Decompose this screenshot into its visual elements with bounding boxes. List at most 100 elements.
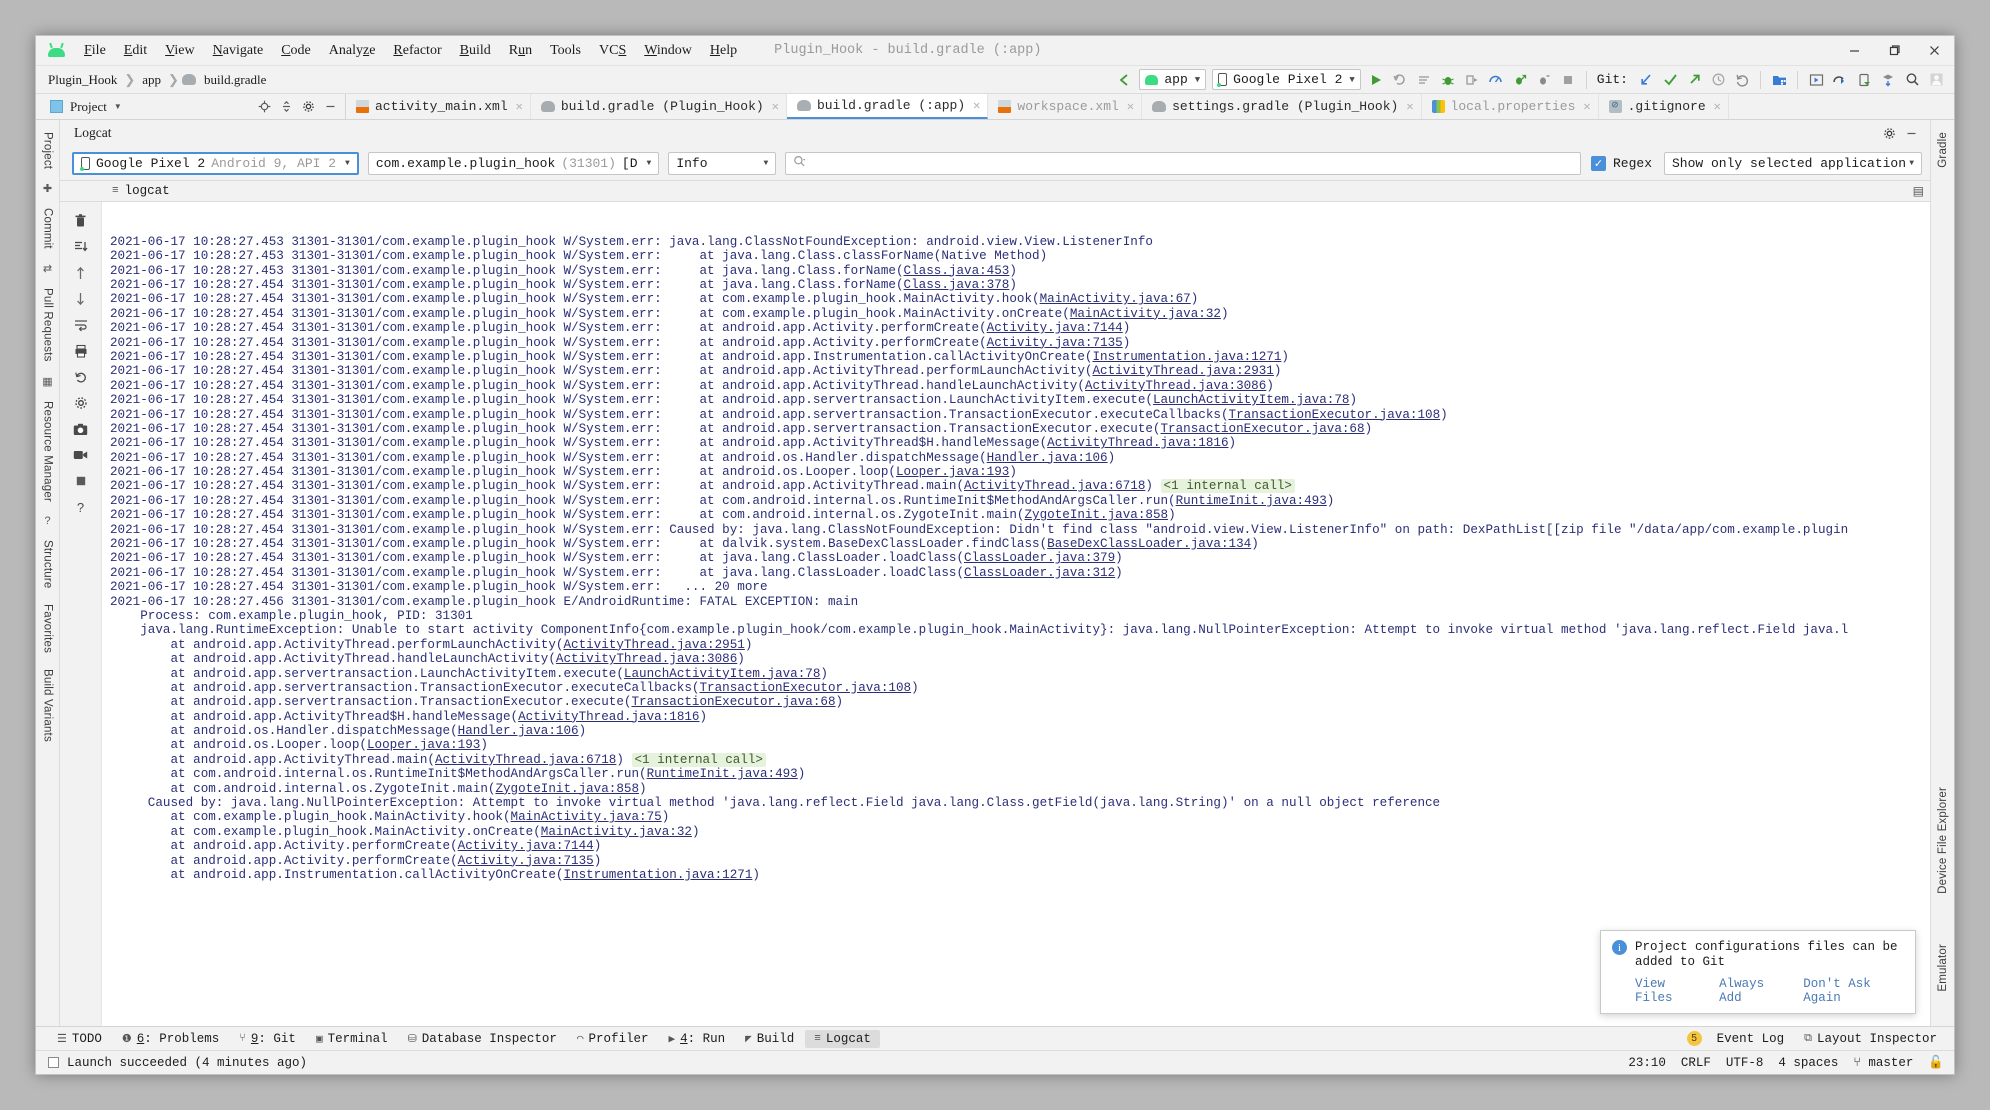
device-selector[interactable]: Google Pixel 2 ▼ — [1212, 69, 1361, 90]
menu-item-refactor[interactable]: Refactor — [384, 40, 450, 62]
tool-window-terminal[interactable]: ▣ Terminal — [307, 1030, 397, 1048]
debug-icon[interactable] — [1436, 69, 1460, 91]
run-configuration-selector[interactable]: app ▼ — [1139, 69, 1207, 90]
strip-item-emulator[interactable]: Emulator — [1937, 936, 1949, 1000]
source-link[interactable]: Handler.java:106 — [458, 724, 579, 738]
menu-item-build[interactable]: Build — [451, 40, 500, 62]
menu-item-window[interactable]: Window — [635, 40, 701, 62]
hide-panel-icon[interactable] — [1900, 122, 1922, 144]
close-icon[interactable]: ✕ — [1583, 99, 1590, 114]
source-link[interactable]: MainActivity.java:75 — [511, 810, 662, 824]
strip-item-project[interactable]: Project — [42, 124, 54, 177]
source-link[interactable]: MainActivity.java:32 — [541, 825, 692, 839]
strip-item-pull-requests[interactable]: Pull Requests — [42, 280, 54, 370]
source-link[interactable]: RuntimeInit.java:493 — [647, 767, 798, 781]
source-link[interactable]: ActivityThread.java:3086 — [556, 652, 737, 666]
source-link[interactable]: Looper.java:193 — [896, 465, 1009, 479]
tool-window-logcat[interactable]: ≡ Logcat — [805, 1029, 880, 1048]
log-level-selector[interactable]: Info ▼ — [668, 151, 777, 175]
restart-icon[interactable] — [69, 364, 93, 390]
source-link[interactable]: Activity.java:7135 — [987, 336, 1123, 350]
close-icon[interactable]: ✕ — [973, 98, 980, 113]
source-link[interactable]: Class.java:378 — [904, 278, 1010, 292]
source-link[interactable]: LaunchActivityItem.java:78 — [624, 667, 821, 681]
layout-inspector-icon[interactable] — [1804, 69, 1828, 91]
menu-item-vcs[interactable]: VCS — [590, 40, 635, 62]
close-icon[interactable] — [1914, 37, 1954, 65]
screenshot-icon[interactable] — [69, 416, 93, 442]
source-link[interactable]: Activity.java:7144 — [987, 321, 1123, 335]
sdk-manager-icon[interactable] — [1876, 69, 1900, 91]
source-link[interactable]: ZygoteInit.java:858 — [1024, 508, 1168, 522]
filter-selector[interactable]: Show only selected application ▼ — [1664, 151, 1922, 175]
notification-balloon[interactable]: i Project configurations files can be ad… — [1600, 930, 1916, 1014]
help-icon[interactable]: ? — [69, 494, 93, 520]
locate-icon[interactable] — [253, 96, 275, 118]
tool-window-profiler[interactable]: ◠ Profiler — [568, 1030, 658, 1048]
maximize-icon[interactable] — [1874, 37, 1914, 65]
source-link[interactable]: ActivityThread.java:2951 — [563, 638, 744, 652]
commit-icon[interactable] — [1658, 69, 1682, 91]
project-panel-label[interactable]: Project — [70, 99, 107, 115]
collapse-all-icon[interactable] — [275, 96, 297, 118]
logcat-output[interactable]: 2021-06-17 10:28:27.453 31301-31301/com.… — [102, 202, 1930, 1026]
avatar-icon[interactable] — [1924, 69, 1948, 91]
tab-workspace-xml[interactable]: workspace.xml ✕ — [988, 94, 1143, 119]
source-link[interactable]: MainActivity.java:32 — [1070, 307, 1221, 321]
commit-strip-icon[interactable]: ✚ — [43, 177, 52, 200]
device-selector[interactable]: Google Pixel 2 Android 9, API 2 ▼ — [72, 151, 359, 175]
close-icon[interactable]: ✕ — [1127, 99, 1134, 114]
resource-manager-strip-icon[interactable]: ▦ — [42, 370, 52, 393]
down-arrow-icon[interactable] — [69, 286, 93, 312]
menu-item-file[interactable]: File — [75, 40, 115, 62]
strip-item-build-variants[interactable]: Build Variants — [42, 661, 54, 750]
source-link[interactable]: Handler.java:106 — [987, 451, 1108, 465]
minimize-icon[interactable] — [1834, 37, 1874, 65]
strip-item-device-file-explorer[interactable]: Device File Explorer — [1937, 779, 1949, 902]
breadcrumb-item-file[interactable]: build.gradle — [200, 70, 270, 90]
history-icon[interactable] — [1706, 69, 1730, 91]
scroll-to-end-icon[interactable] — [69, 234, 93, 260]
source-link[interactable]: TransactionExecutor.java:108 — [699, 681, 911, 695]
breadcrumb-item-project[interactable]: Plugin_Hook — [44, 70, 121, 90]
tool-window-todo[interactable]: ☰ TODO — [48, 1030, 111, 1048]
run-icon[interactable] — [1364, 69, 1388, 91]
soft-wrap-icon[interactable] — [69, 312, 93, 338]
close-icon[interactable]: ✕ — [772, 99, 779, 114]
tab-activity-main-xml[interactable]: activity_main.xml ✕ — [346, 94, 531, 119]
apply-changes-icon[interactable] — [1508, 69, 1532, 91]
menu-item-help[interactable]: Help — [701, 40, 746, 62]
source-link[interactable]: BaseDexClassLoader.java:134 — [1047, 537, 1251, 551]
source-link[interactable]: Instrumentation.java:1271 — [1092, 350, 1281, 364]
source-link[interactable]: ClassLoader.java:379 — [964, 551, 1115, 565]
menu-item-edit[interactable]: Edit — [115, 40, 156, 62]
source-link[interactable]: TransactionExecutor.java:68 — [1161, 422, 1365, 436]
source-link[interactable]: ActivityThread.java:6718 — [964, 479, 1145, 493]
source-link[interactable]: ActivityThread.java:6718 — [435, 753, 616, 767]
source-link[interactable]: LaunchActivityItem.java:78 — [1153, 393, 1350, 407]
menu-item-analyze[interactable]: Analyze — [320, 40, 385, 62]
strip-item-gradle[interactable]: Gradle — [1937, 124, 1949, 176]
source-link[interactable]: Instrumentation.java:1271 — [563, 868, 752, 882]
lock-icon[interactable]: 🔓 — [1928, 1055, 1944, 1070]
strip-item-favorites[interactable]: Favorites — [42, 596, 54, 661]
breadcrumb-item-module[interactable]: app — [138, 70, 165, 90]
logcat-tab-actions[interactable]: ▤ — [1913, 184, 1930, 198]
process-selector[interactable]: com.example.plugin_hook (31301) [D ▼ — [367, 151, 660, 175]
tool-window-database-inspector[interactable]: ⛁ Database Inspector — [399, 1030, 566, 1048]
source-link[interactable]: RuntimeInit.java:493 — [1176, 494, 1327, 508]
select-run-config-icon[interactable] — [1412, 69, 1436, 91]
source-link[interactable]: ActivityThread.java:3086 — [1085, 379, 1266, 393]
menu-item-tools[interactable]: Tools — [541, 40, 590, 62]
hide-panel-icon[interactable] — [319, 96, 341, 118]
source-link[interactable]: Looper.java:193 — [367, 738, 480, 752]
dont-ask-again-link[interactable]: Don't Ask Again — [1803, 977, 1904, 1005]
up-arrow-icon[interactable] — [69, 260, 93, 286]
regex-checkbox[interactable]: ✓ — [1590, 155, 1606, 171]
menu-item-view[interactable]: View — [156, 40, 204, 62]
source-link[interactable]: ClassLoader.java:312 — [964, 566, 1115, 580]
strip-item-structure[interactable]: Structure — [42, 532, 54, 596]
source-link[interactable]: ActivityThread.java:1816 — [1047, 436, 1228, 450]
back-arrow-icon[interactable] — [1112, 69, 1136, 91]
tool-window-problems[interactable]: ❶ 6 : Problems — [113, 1030, 228, 1048]
